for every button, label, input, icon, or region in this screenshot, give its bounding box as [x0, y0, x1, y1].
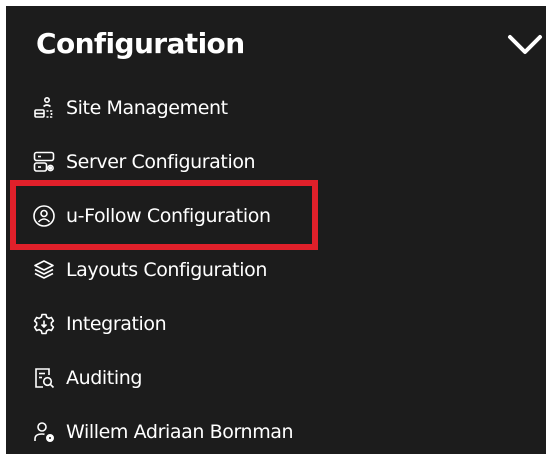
menu-item-layouts-configuration[interactable]: Layouts Configuration	[26, 248, 526, 292]
panel-title: Configuration	[36, 27, 245, 60]
user-settings-icon	[32, 420, 56, 444]
configuration-panel: Configuration Site Management Server Con…	[6, 6, 546, 454]
menu-item-auditing[interactable]: Auditing	[26, 356, 526, 400]
menu-item-site-management[interactable]: Site Management	[26, 86, 526, 130]
menu-item-user-profile[interactable]: Willem Adriaan Bornman	[26, 410, 526, 454]
user-circle-icon	[32, 204, 56, 228]
layers-icon	[32, 258, 56, 282]
menu-item-label: Integration	[66, 313, 167, 335]
menu-item-server-configuration[interactable]: Server Configuration	[26, 140, 526, 184]
menu-item-label: Willem Adriaan Bornman	[66, 421, 294, 443]
chevron-down-icon	[508, 35, 542, 54]
menu-item-label: u-Follow Configuration	[66, 205, 271, 227]
panel-header[interactable]: Configuration	[6, 6, 546, 84]
menu-item-label: Site Management	[66, 97, 228, 119]
menu-item-label: Auditing	[66, 367, 143, 389]
menu-item-integration[interactable]: Integration	[26, 302, 526, 346]
audit-search-icon	[32, 366, 56, 390]
server-icon	[32, 150, 56, 174]
integration-gear-icon	[32, 312, 56, 336]
collapse-button[interactable]	[506, 28, 544, 62]
menu-item-label: Layouts Configuration	[66, 259, 267, 281]
site-management-icon	[32, 96, 56, 120]
menu-item-label: Server Configuration	[66, 151, 256, 173]
menu-item-u-follow-configuration[interactable]: u-Follow Configuration	[26, 194, 526, 238]
